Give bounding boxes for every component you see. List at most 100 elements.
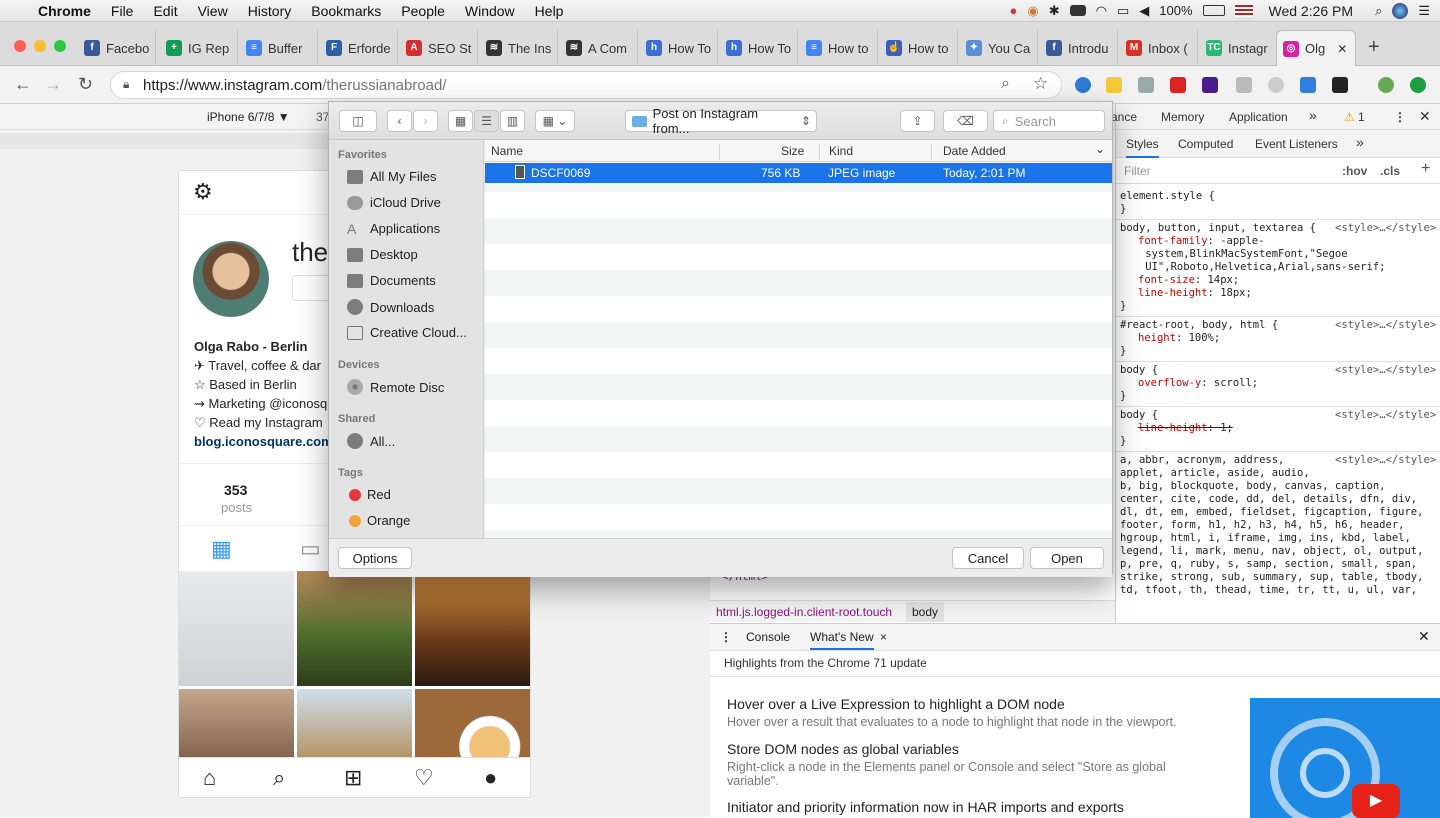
css-source-link[interactable]: <style>…</style>: [1335, 222, 1436, 235]
css-rule[interactable]: #react-root, body, html {<style>…</style…: [1120, 319, 1436, 358]
class-toggle[interactable]: .cls: [1380, 164, 1400, 178]
activity-heart-icon[interactable]: ♡: [414, 765, 434, 791]
profile-avatar[interactable]: [1378, 77, 1394, 93]
new-tab-button[interactable]: +: [1368, 36, 1380, 59]
tab-6[interactable]: ≋ A Com: [560, 30, 638, 66]
airplay-icon[interactable]: ▭: [1117, 3, 1129, 19]
column-header-date-added[interactable]: Date Added: [943, 144, 1006, 158]
minimize-window-button[interactable]: [34, 40, 46, 52]
drawer-menu-icon[interactable]: ⋮: [720, 630, 732, 644]
update-icon[interactable]: [1410, 77, 1426, 93]
sidebar-item-shared-all[interactable]: All...: [347, 433, 395, 449]
warning-icon[interactable]: ⚠: [1344, 110, 1355, 124]
sidebar-item-documents[interactable]: Documents: [347, 273, 436, 288]
extension-stripe-icon[interactable]: [1332, 77, 1348, 93]
tab-9[interactable]: ≡ How to: [800, 30, 878, 66]
devtools-menu-icon[interactable]: ⋮: [1394, 110, 1406, 124]
home-icon[interactable]: ⌂: [203, 765, 216, 791]
column-header-size[interactable]: Size: [781, 144, 804, 158]
subtab-event-listeners[interactable]: Event Listeners: [1255, 137, 1338, 151]
css-declaration[interactable]: font-size: 14px;: [1120, 274, 1386, 287]
device-select[interactable]: iPhone 6/7/8 ▼: [207, 110, 290, 124]
column-header-kind[interactable]: Kind: [829, 144, 853, 158]
warnings-count[interactable]: 1: [1358, 110, 1365, 124]
tab-0[interactable]: f Facebo: [78, 30, 156, 66]
new-rule-icon[interactable]: +: [1421, 160, 1430, 178]
sidebar-item-downloads[interactable]: Downloads: [347, 299, 434, 315]
flag-icon[interactable]: [1234, 4, 1253, 17]
menu-view[interactable]: View: [188, 3, 238, 19]
menu-file[interactable]: File: [101, 3, 144, 19]
highlight-title[interactable]: Initiator and priority information now i…: [727, 799, 1124, 815]
css-reset-rule[interactable]: <style>…</style> a, abbr, acronym, addres…: [1120, 454, 1436, 597]
chrome-status-icon[interactable]: ◉: [1027, 3, 1038, 19]
tab-7[interactable]: h How To: [640, 30, 718, 66]
tag-button[interactable]: ⌫: [943, 110, 988, 132]
css-declaration[interactable]: height: 100%;: [1120, 332, 1278, 345]
styles-filter-input[interactable]: Filter: [1124, 164, 1151, 178]
bluetooth-icon[interactable]: ✱: [1049, 3, 1060, 19]
extension-red-icon[interactable]: [1170, 77, 1186, 93]
play-button-icon[interactable]: ▶: [1352, 784, 1400, 818]
extension-shield-icon[interactable]: [1236, 77, 1252, 93]
extension-note-icon[interactable]: [1106, 77, 1122, 93]
sort-chevron-down-icon[interactable]: ⌄: [1095, 142, 1105, 156]
options-button[interactable]: Options: [338, 547, 412, 569]
tab-application[interactable]: Application: [1229, 110, 1288, 124]
forward-nav-button[interactable]: ›: [413, 110, 438, 132]
tab-15[interactable]: ◎ Olg ✕: [1276, 30, 1356, 66]
breadcrumb-html[interactable]: html.js.logged-in.client-root.touch: [716, 605, 892, 619]
list-view-button[interactable]: ☰: [474, 110, 499, 132]
post-thumbnail[interactable]: [415, 571, 530, 686]
css-declaration[interactable]: system,BlinkMacSystemFont,"Segoe: [1120, 248, 1386, 261]
sidebar-tag-red[interactable]: Red: [347, 487, 391, 502]
group-by-button[interactable]: ▦ ⌄: [535, 110, 575, 132]
menu-help[interactable]: Help: [525, 3, 574, 19]
extension-purple-icon[interactable]: [1202, 77, 1218, 93]
close-tab-icon[interactable]: ✕: [1337, 42, 1347, 56]
tab-4[interactable]: A SEO St: [400, 30, 478, 66]
edit-profile-button[interactable]: [292, 275, 332, 301]
file-row-selected[interactable]: DSCF0069 756 KB JPEG image Today, 2:01 P…: [485, 163, 1112, 183]
css-declaration[interactable]: UI",Roboto,Helvetica,Arial,sans-serif;: [1120, 261, 1385, 274]
css-source-link[interactable]: <style>…</style>: [1335, 364, 1436, 377]
new-post-icon[interactable]: ⊞: [344, 765, 362, 791]
menu-edit[interactable]: Edit: [143, 3, 187, 19]
tab-11[interactable]: ✦ You Ca: [960, 30, 1038, 66]
drawer-tab-whats-new[interactable]: What's New: [810, 630, 874, 650]
zoom-window-button[interactable]: [54, 40, 66, 52]
css-declaration[interactable]: line-height: 1;: [1120, 422, 1233, 435]
post-thumbnail[interactable]: [179, 571, 294, 686]
profile-avatar[interactable]: [193, 241, 269, 317]
forward-button[interactable]: →: [44, 74, 62, 95]
volume-icon[interactable]: ◀: [1139, 3, 1149, 19]
location-popup[interactable]: Post on Instagram from... ⇕: [625, 106, 817, 136]
css-rule[interactable]: body, button, input, textarea {<style>…<…: [1120, 222, 1436, 313]
creative-cloud-icon[interactable]: ●: [1010, 3, 1018, 18]
app-menu[interactable]: Chrome: [28, 3, 101, 19]
open-button[interactable]: Open: [1030, 547, 1104, 569]
tab-8[interactable]: h How To: [720, 30, 798, 66]
css-rule[interactable]: body {<style>…</style> line-height: 1;}: [1120, 409, 1436, 448]
css-declaration[interactable]: line-height: 18px;: [1120, 287, 1386, 300]
tab-performance[interactable]: ance: [1111, 110, 1137, 124]
breadcrumb-body[interactable]: body: [906, 602, 945, 622]
extension-blue-icon[interactable]: [1300, 77, 1316, 93]
css-rule[interactable]: element.style {}: [1120, 190, 1215, 216]
profile-icon[interactable]: ●: [484, 765, 497, 791]
highlight-title[interactable]: Hover over a Live Expression to highligh…: [727, 696, 1065, 712]
clock[interactable]: Wed 2:26 PM: [1269, 3, 1354, 19]
tab-memory[interactable]: Memory: [1161, 110, 1204, 124]
drawer-close-icon[interactable]: ✕: [1418, 628, 1430, 645]
sidebar-item-applications[interactable]: A Applications: [347, 221, 440, 236]
storage-icon[interactable]: [1069, 5, 1086, 16]
siri-icon[interactable]: [1392, 2, 1409, 19]
menu-window[interactable]: Window: [455, 3, 525, 19]
subtab-computed[interactable]: Computed: [1178, 137, 1233, 151]
sidebar-tag-orange[interactable]: Orange: [347, 513, 410, 528]
css-source-link[interactable]: <style>…</style>: [1335, 319, 1436, 332]
sidebar-item-creative-cloud[interactable]: Creative Cloud...: [347, 325, 467, 340]
notification-center-icon[interactable]: ☰: [1418, 3, 1430, 19]
column-view-button[interactable]: ▥: [500, 110, 525, 132]
menu-bookmarks[interactable]: Bookmarks: [301, 3, 391, 19]
